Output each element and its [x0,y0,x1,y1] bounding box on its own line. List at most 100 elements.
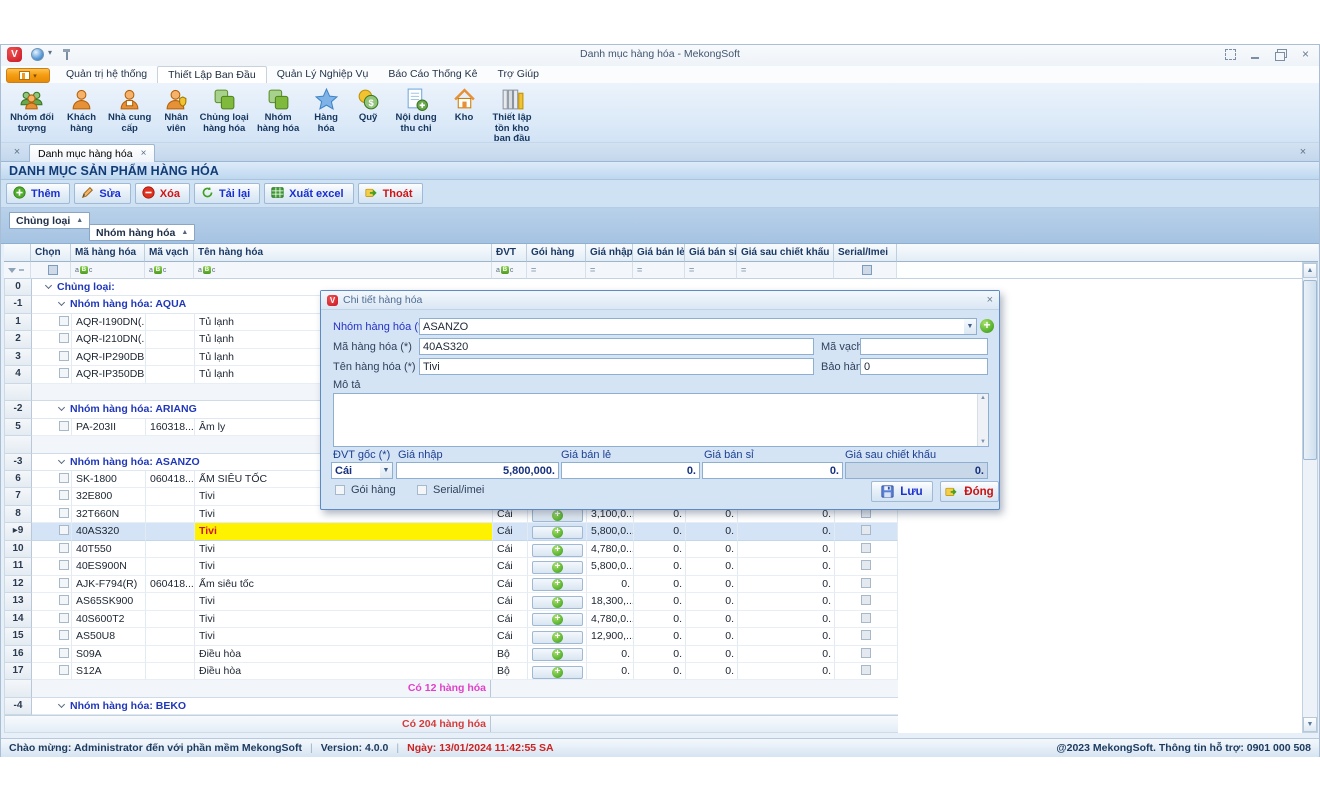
ribbon-item-ch-ng-lo-i-h-ng-h-a[interactable]: Chủng loại hàng hóa [197,85,251,134]
checkbox-icon[interactable] [59,368,69,378]
expand-icon[interactable] [58,404,65,411]
code-input[interactable] [419,338,814,355]
filter-cell-m-h-ng-h-a[interactable]: aBc [71,262,145,279]
group-field-nhom-hang-hoa[interactable]: Nhóm hàng hóa ▲ [89,224,195,241]
filter-cell-gi-nh-p[interactable]: = [586,262,633,279]
column-header-t-n-h-ng-h-a[interactable]: Tên hàng hóa [194,244,492,262]
scroll-up-icon[interactable]: ▲ [1303,263,1317,278]
filter-cell-t-n-h-ng-h-a[interactable]: aBc [194,262,492,279]
filter-cell-g-i-h-ng[interactable]: = [527,262,586,279]
equals-filter-icon[interactable]: = [741,266,746,274]
serial-cell[interactable] [835,628,898,645]
checkbox-icon[interactable] [59,630,69,640]
checkbox-icon[interactable] [861,578,871,588]
expand-icon[interactable] [58,456,65,463]
filter-cell-gi-b-n-s[interactable]: = [685,262,737,279]
table-row[interactable]: 13AS65SK900TiviCái+18,300,...0.0.0. [5,593,1318,610]
serial-cell[interactable] [835,576,898,593]
add-package-button[interactable]: + [532,526,583,539]
add-package-button[interactable]: + [532,666,583,679]
ribbon-item-nh-cung-c-p[interactable]: Nhà cung cấp [104,85,155,134]
add-package-button[interactable]: + [532,544,583,557]
checkbox-icon[interactable] [59,490,69,500]
tab-danh-muc-hang-hoa[interactable]: Danh mục hàng hóa × [29,144,155,162]
row-select-cell[interactable] [58,646,72,663]
checkbox-icon[interactable] [59,525,69,535]
text-filter-icon[interactable]: aBc [75,266,92,274]
column-header-serial-imei[interactable]: Serial/Imei [834,244,897,262]
remove-button[interactable]: Xóa [135,183,190,204]
row-select-cell[interactable] [58,314,72,331]
warranty-input[interactable] [860,358,988,375]
ribbon-item-thi-t-l-p-t-n-kho-ban-u[interactable]: Thiết lập tồn kho ban đầu [485,85,539,145]
excel-button[interactable]: Xuất excel [264,183,353,204]
checkbox-icon[interactable] [59,665,69,675]
column-header-vt[interactable]: ĐVT [492,244,527,262]
row-select-cell[interactable] [58,663,72,680]
serial-checkbox[interactable]: Serial/imei [417,484,484,496]
column-header-gi-nh-p[interactable]: Giá nhập [586,244,633,262]
text-filter-icon[interactable]: aBc [198,266,215,274]
equals-filter-icon[interactable]: = [637,266,642,274]
checkbox-icon[interactable] [48,265,58,275]
tabstrip-close-right-icon[interactable]: × [1295,145,1311,160]
serial-cell[interactable] [835,611,898,628]
table-row[interactable]: 1140ES900NTiviCái+5,800,0...0.0.0. [5,558,1318,575]
checkbox-icon[interactable] [59,613,69,623]
checkbox-icon[interactable] [59,473,69,483]
checkbox-icon[interactable] [59,316,69,326]
serial-cell[interactable] [835,541,898,558]
add-package-button[interactable]: + [532,648,583,661]
add-package-button[interactable]: + [532,596,583,609]
text-filter-icon[interactable]: aBc [149,266,166,274]
equals-filter-icon[interactable]: = [531,266,536,274]
serial-cell[interactable] [835,593,898,610]
filter-row-indicator[interactable] [4,262,31,279]
row-select-cell[interactable] [58,506,72,523]
group-field-chung-loai[interactable]: Chủng loại ▲ [9,212,90,229]
menu-tab-qu-n-tr-h-th-ng[interactable]: Quản trị hệ thống [56,66,157,83]
menu-tab-thi-t-l-p-ban-u[interactable]: Thiết Lập Ban Đầu [157,66,267,83]
ribbon-item-kh-ch-h-ng[interactable]: Khách hàng [59,85,104,134]
exit-button[interactable]: Thoát [358,183,423,204]
tab-close-icon[interactable]: × [141,148,147,159]
ribbon-item-nh-n-vi-n[interactable]: Nhân viên [155,85,197,134]
table-row[interactable]: 1040T550TiviCái+4,780,0...0.0.0. [5,541,1318,558]
checkbox-icon[interactable] [861,560,871,570]
ribbon-item-n-i-dung-thu-chi[interactable]: Nội dung thu chi [389,85,443,134]
checkbox-icon[interactable] [861,665,871,675]
column-header-gi-b-n-s[interactable]: Giá bán sỉ [685,244,737,262]
row-select-cell[interactable] [58,611,72,628]
unit-combo-input[interactable] [331,462,381,479]
save-button[interactable]: Lưu [871,481,933,502]
row-select-cell[interactable] [58,331,72,348]
close-button[interactable]: × [1300,49,1311,60]
table-row[interactable]: 16S09AĐiều hòaBộ+0.0.0.0. [5,646,1318,663]
row-select-cell[interactable] [58,419,72,436]
row-select-cell[interactable] [58,349,72,366]
ribbon-item-nh-m-i-t-ng[interactable]: Nhóm đối tượng [5,85,59,134]
name-input[interactable] [419,358,814,375]
expand-icon[interactable] [45,282,52,289]
dialog-close-icon[interactable]: × [987,294,993,306]
refresh-button[interactable]: Tải lại [194,183,260,204]
edit-button[interactable]: Sửa [74,183,130,204]
barcode-input[interactable] [860,338,988,355]
add-button[interactable]: Thêm [6,183,70,204]
add-package-button[interactable]: + [532,578,583,591]
add-package-button[interactable]: + [532,613,583,626]
filter-cell-serial-imei[interactable] [834,262,897,279]
row-select-cell[interactable] [58,558,72,575]
checkbox-icon[interactable] [59,648,69,658]
textarea-scrollbar[interactable]: ▲ ▼ [977,394,988,446]
table-row[interactable]: 12AJK-F794(R)060418...Ấm siêu tốcCái+0.0… [5,576,1318,593]
serial-cell[interactable] [835,523,898,540]
checkbox-icon[interactable] [59,421,69,431]
checkbox-icon[interactable] [861,595,871,605]
filter-cell-ch-n[interactable] [31,262,71,279]
filter-cell-gi-sau-chi-t-kh-u[interactable]: = [737,262,834,279]
discount-price-input[interactable] [845,462,988,479]
column-header-m-h-ng-h-a[interactable]: Mã hàng hóa [71,244,145,262]
equals-filter-icon[interactable]: = [689,266,694,274]
checkbox-icon[interactable] [59,595,69,605]
